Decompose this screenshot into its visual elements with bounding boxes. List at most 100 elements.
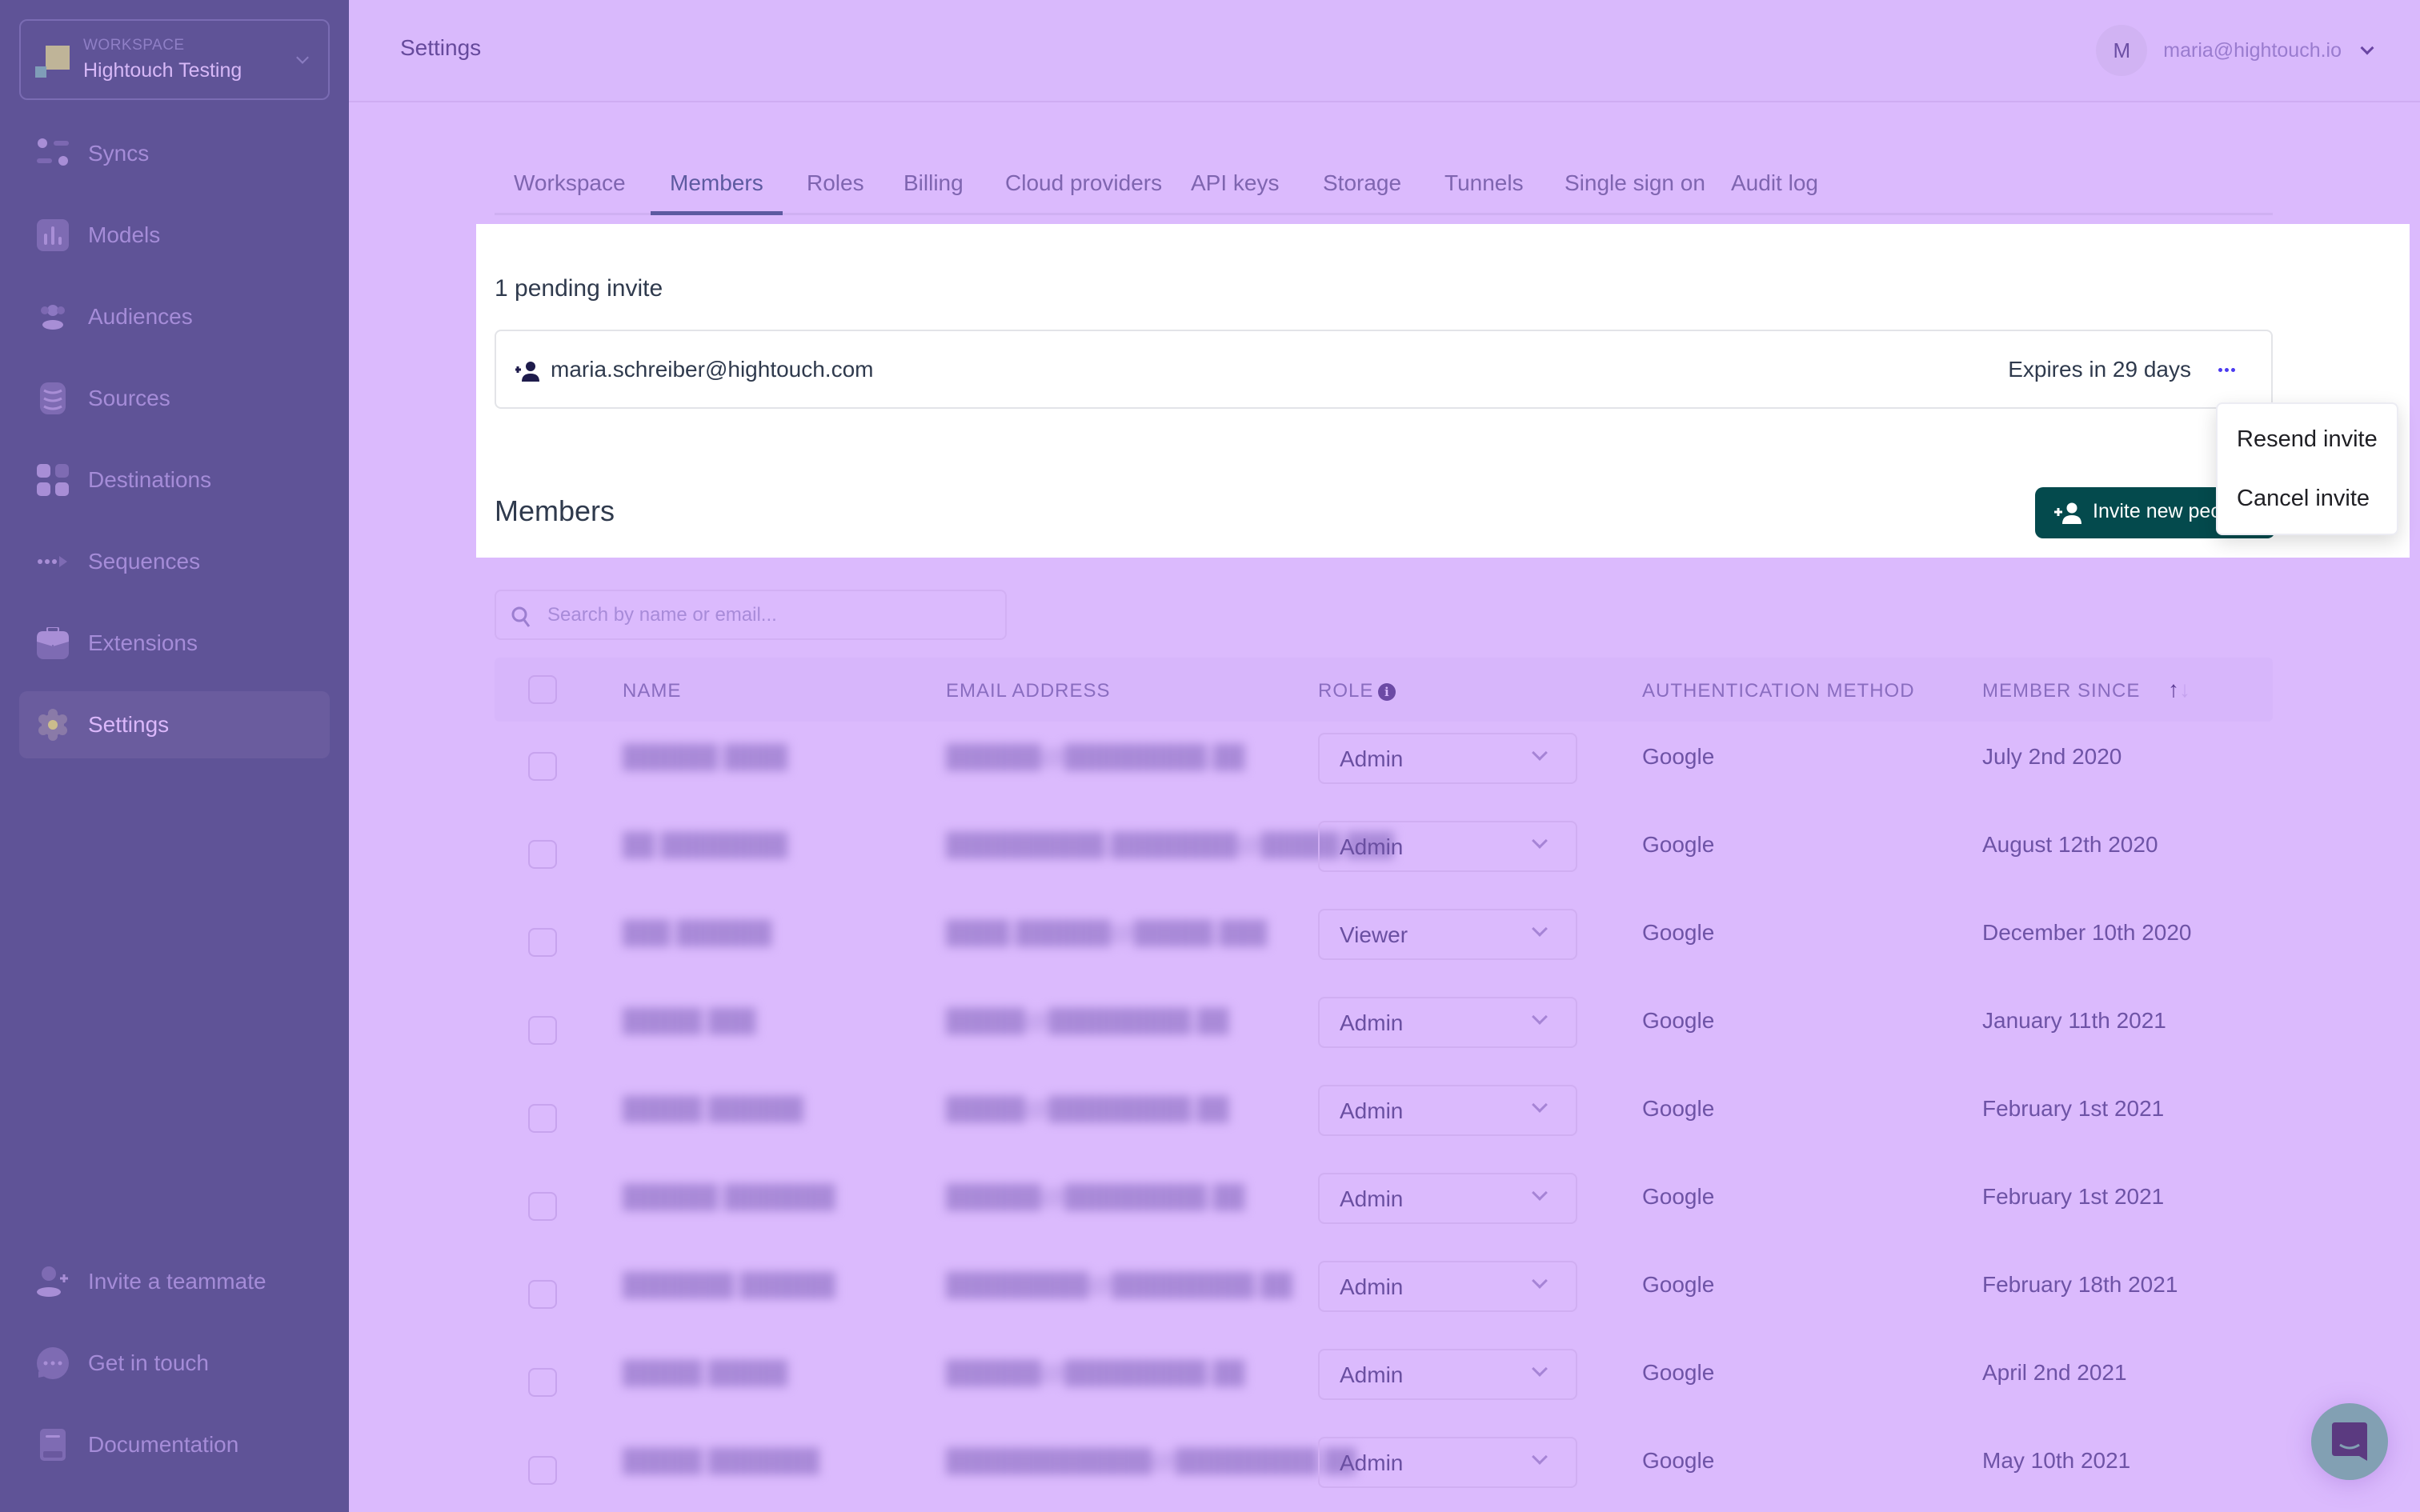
- member-since: July 2nd 2020: [1982, 744, 2122, 769]
- menu-item-resend-invite[interactable]: Resend invite: [2237, 426, 2378, 453]
- workspace-label: WORKSPACE: [83, 37, 185, 54]
- search-input[interactable]: [547, 591, 996, 638]
- tab-roles[interactable]: Roles: [787, 164, 883, 215]
- member-search[interactable]: [495, 590, 1007, 640]
- ellipsis-icon: [2218, 367, 2222, 372]
- role-select[interactable]: Admin: [1318, 997, 1577, 1048]
- sidebar-item-label: Extensions: [88, 630, 198, 655]
- row-checkbox[interactable]: [528, 1016, 557, 1045]
- role-select[interactable]: Admin: [1318, 733, 1577, 784]
- column-header-member-since[interactable]: MEMBER SINCE: [1982, 680, 2140, 702]
- chevron-down-icon: [1532, 1097, 1548, 1113]
- sidebar-item-models[interactable]: Models: [19, 202, 330, 269]
- members-table-header: NAME EMAIL ADDRESS ROLE i AUTHENTICATION …: [495, 658, 2273, 722]
- table-row: ██████ ████ ██████@█████████.██ Admin Googl…: [495, 722, 2273, 810]
- user-plus-icon: [37, 1266, 68, 1297]
- sidebar-item-label: Sequences: [88, 549, 201, 574]
- row-checkbox[interactable]: [528, 1456, 557, 1485]
- invite-email: maria.schreiber@hightouch.com: [551, 357, 874, 382]
- member-since: December 10th 2020: [1982, 920, 2192, 945]
- member-auth-method: Google: [1642, 1448, 1715, 1473]
- member-name: ███████ ██████: [623, 1272, 835, 1297]
- people-icon: [41, 305, 65, 330]
- role-select[interactable]: Admin: [1318, 1085, 1577, 1136]
- tab-cloud-providers[interactable]: Cloud providers: [986, 164, 1181, 215]
- sidebar-item-audiences[interactable]: Audiences: [19, 283, 330, 350]
- tab-audit-log[interactable]: Audit log: [1712, 164, 1837, 215]
- sidebar-item-destinations[interactable]: Destinations: [19, 446, 330, 514]
- member-auth-method: Google: [1642, 1184, 1715, 1209]
- role-value: Admin: [1340, 1362, 1404, 1387]
- book-icon: [40, 1429, 66, 1461]
- select-all-checkbox[interactable]: [528, 675, 557, 704]
- sidebar-item-settings[interactable]: Settings: [19, 691, 330, 758]
- sort-icon[interactable]: ↑↓: [2168, 677, 2190, 702]
- member-since: August 12th 2020: [1982, 832, 2158, 857]
- tab-single-sign-on[interactable]: Single sign on: [1545, 164, 1725, 215]
- tab-members[interactable]: Members: [651, 164, 783, 215]
- top-header: Settings M maria@hightouch.io: [349, 0, 2420, 102]
- row-checkbox[interactable]: [528, 1368, 557, 1397]
- row-checkbox[interactable]: [528, 840, 557, 869]
- row-checkbox[interactable]: [528, 1280, 557, 1309]
- members-title: Members: [495, 494, 615, 527]
- role-select[interactable]: Admin: [1318, 1349, 1577, 1400]
- chevron-down-icon: [2360, 41, 2374, 55]
- sidebar-item-syncs[interactable]: Syncs: [19, 120, 330, 187]
- chat-icon: [2332, 1422, 2367, 1461]
- role-select[interactable]: Admin: [1318, 821, 1577, 872]
- tab-storage[interactable]: Storage: [1304, 164, 1420, 215]
- sidebar-item-sources[interactable]: Sources: [19, 365, 330, 432]
- member-name: ██ ████████: [623, 832, 788, 857]
- menu-item-cancel-invite[interactable]: Cancel invite: [2237, 486, 2370, 512]
- info-icon[interactable]: i: [1378, 682, 1396, 701]
- sidebar-item-sequences[interactable]: Sequences: [19, 528, 330, 595]
- column-header-role[interactable]: ROLE i: [1318, 680, 1396, 702]
- member-auth-method: Google: [1642, 832, 1715, 857]
- row-checkbox[interactable]: [528, 1104, 557, 1133]
- tab-api-keys[interactable]: API keys: [1172, 164, 1298, 215]
- member-name: █████ ███: [623, 1008, 756, 1033]
- member-since: January 11th 2021: [1982, 1008, 2166, 1033]
- tab-tunnels[interactable]: Tunnels: [1425, 164, 1543, 215]
- column-header-auth[interactable]: AUTHENTICATION METHOD: [1642, 680, 1915, 702]
- row-checkbox[interactable]: [528, 928, 557, 957]
- role-value: Admin: [1340, 1098, 1404, 1123]
- member-since: February 18th 2021: [1982, 1272, 2178, 1297]
- sidebar-item-label: Syncs: [88, 141, 150, 166]
- tab-billing[interactable]: Billing: [884, 164, 983, 215]
- row-checkbox[interactable]: [528, 1192, 557, 1221]
- sidebar: WORKSPACE Hightouch Testing Syncs Models…: [0, 0, 349, 1512]
- sidebar-item-documentation[interactable]: Documentation: [19, 1411, 330, 1478]
- sidebar-item-invite-teammate[interactable]: Invite a teammate: [19, 1248, 330, 1315]
- workspace-switcher[interactable]: WORKSPACE Hightouch Testing: [19, 19, 330, 100]
- role-select[interactable]: Admin: [1318, 1437, 1577, 1488]
- member-name: ██████ ████: [623, 744, 788, 769]
- row-checkbox[interactable]: [528, 752, 557, 781]
- chevron-down-icon: [1532, 1361, 1548, 1377]
- table-row: █████ ███████████@█████████.██AdminGoogl…: [495, 1338, 2273, 1426]
- member-name: █████ ██████: [623, 1096, 803, 1121]
- column-header-email[interactable]: EMAIL ADDRESS: [946, 680, 1111, 702]
- invite-expiry: Expires in 29 days: [2008, 357, 2191, 382]
- chevron-down-icon: [1532, 1273, 1548, 1289]
- sidebar-item-label: Get in touch: [88, 1350, 209, 1375]
- role-select[interactable]: Admin: [1318, 1261, 1577, 1312]
- sidebar-item-get-in-touch[interactable]: Get in touch: [19, 1330, 330, 1397]
- table-row: ███ ██████ ████.██████@█████.███ Viewer Goo…: [495, 898, 2273, 986]
- sidebar-item-label: Settings: [88, 712, 170, 737]
- chevron-down-icon: [1532, 1449, 1548, 1465]
- user-menu[interactable]: M maria@hightouch.io: [2096, 25, 2374, 76]
- member-auth-method: Google: [1642, 1096, 1715, 1121]
- role-value: Viewer: [1340, 922, 1408, 947]
- column-header-name[interactable]: NAME: [623, 680, 681, 702]
- member-email: █████████@█████████.██: [946, 1272, 1292, 1297]
- tab-workspace[interactable]: Workspace: [495, 164, 645, 215]
- chat-launcher-button[interactable]: [2311, 1403, 2388, 1480]
- sidebar-item-extensions[interactable]: Extensions: [19, 610, 330, 677]
- member-email: █████@█████████.██: [946, 1008, 1229, 1033]
- role-select[interactable]: Admin: [1318, 1173, 1577, 1224]
- table-row: █████ ███████████@█████████.██AdminGoogl…: [495, 1074, 2273, 1162]
- more-options-button[interactable]: [2210, 355, 2242, 384]
- role-select[interactable]: Viewer: [1318, 909, 1577, 960]
